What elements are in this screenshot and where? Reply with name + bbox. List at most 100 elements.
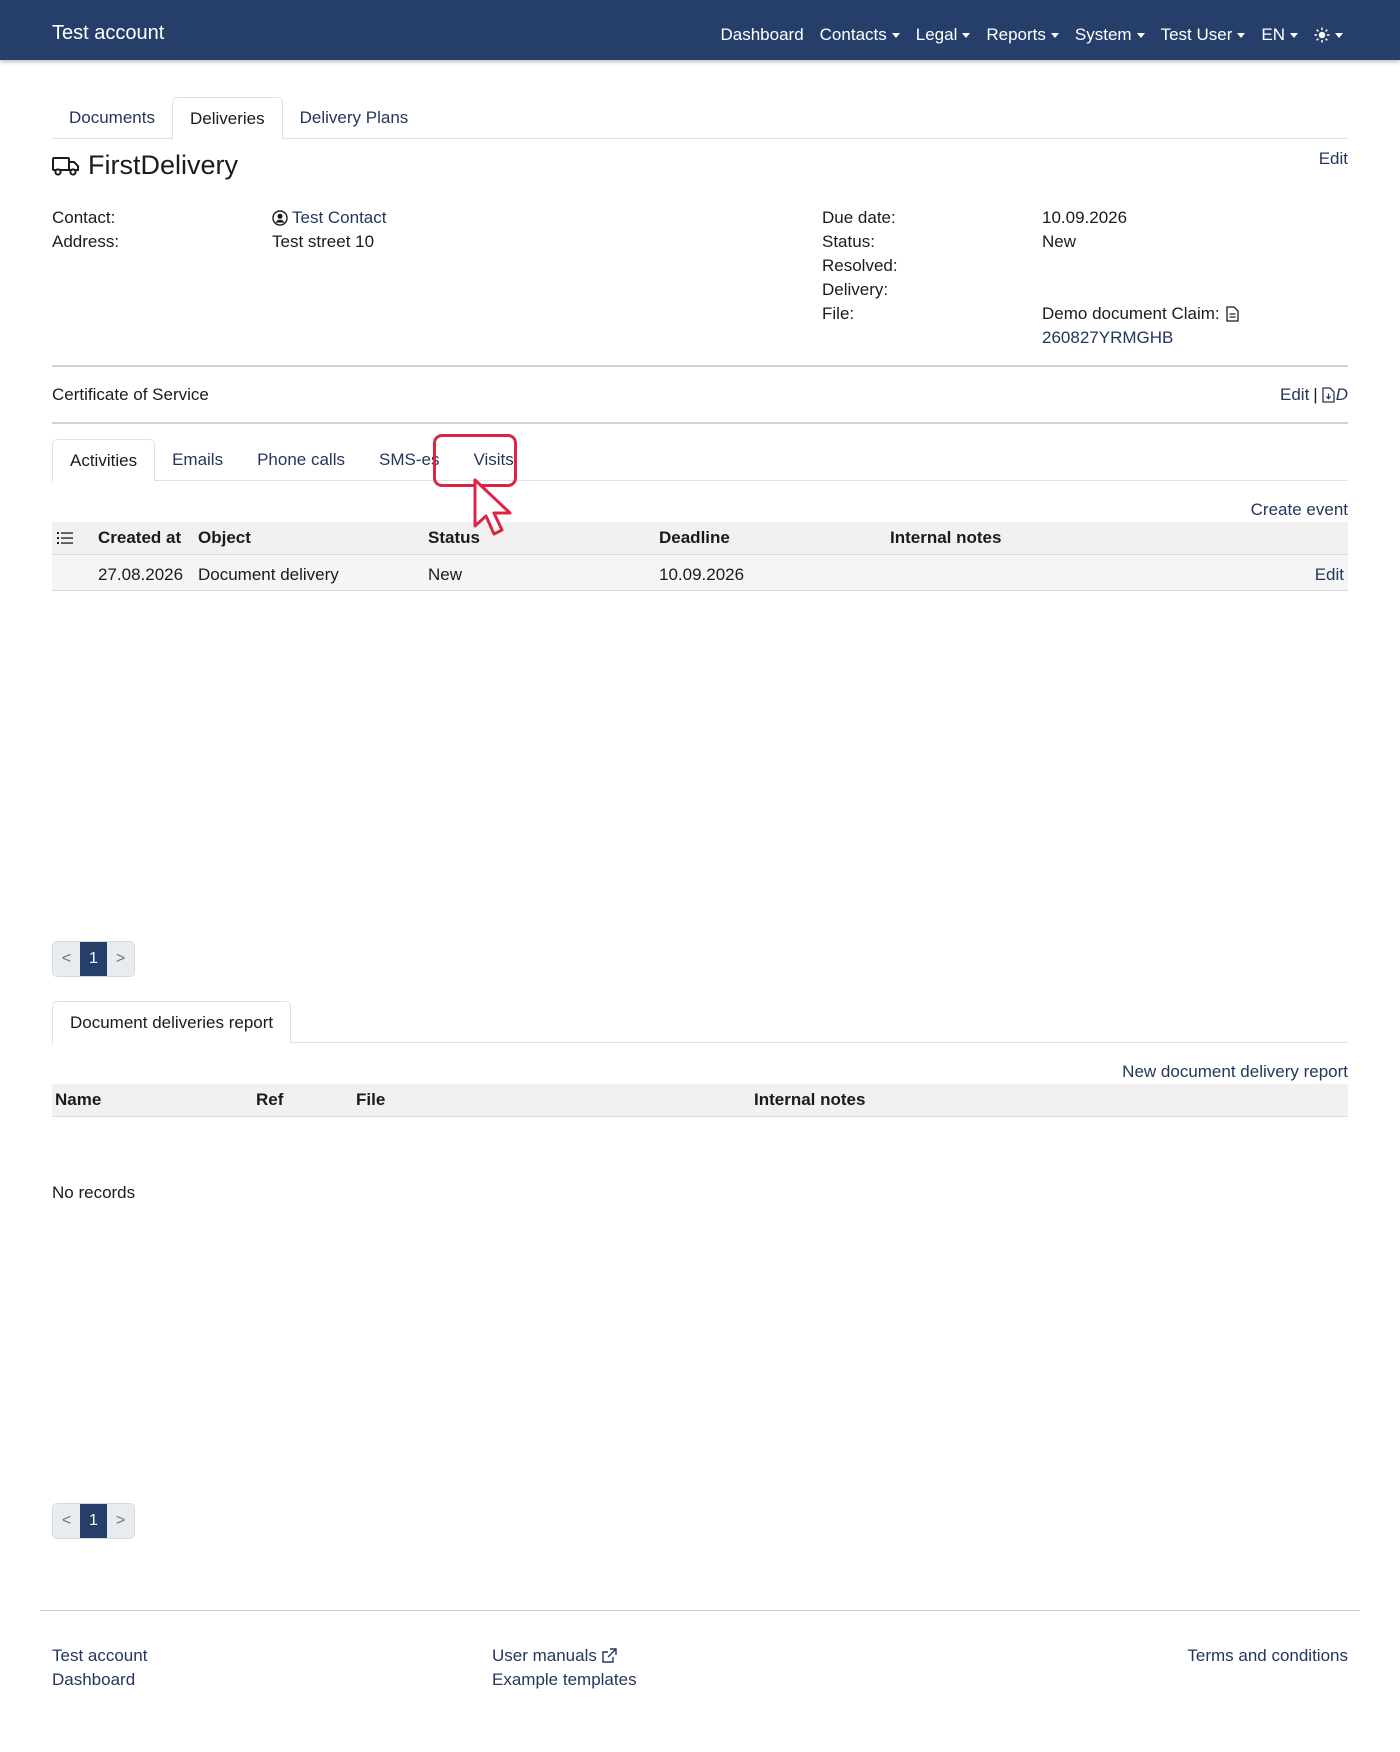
mouse-pointer-icon	[473, 478, 512, 536]
column-object[interactable]: Object	[198, 528, 251, 548]
nav-user-dropdown[interactable]: Test User	[1161, 25, 1246, 45]
person-circle-icon	[272, 210, 288, 226]
nav-contacts-label: Contacts	[819, 25, 887, 44]
nav-dashboard[interactable]: Dashboard	[720, 25, 803, 45]
edit-delivery-link[interactable]: Edit	[1319, 149, 1348, 169]
delivery-title: FirstDelivery	[88, 150, 239, 180]
nav-reports-dropdown[interactable]: Reports	[986, 25, 1059, 45]
nav-dashboard-label: Dashboard	[720, 25, 804, 44]
section-tabs: Documents Deliveries Delivery Plans	[52, 97, 1348, 140]
column-name[interactable]: Name	[55, 1090, 101, 1110]
nav-language-dropdown[interactable]: EN	[1261, 25, 1298, 45]
brand-link[interactable]: Test account	[52, 22, 164, 45]
reports-tabs: Document deliveries report	[52, 1001, 1348, 1044]
file-pdf-icon	[1322, 387, 1335, 403]
sun-icon	[1314, 27, 1330, 43]
pager-page-button[interactable]: 1	[80, 1504, 107, 1538]
create-event-link[interactable]: Create event	[1251, 500, 1348, 520]
column-ref[interactable]: Ref	[256, 1090, 283, 1110]
contact-label: Contact:	[52, 208, 116, 227]
truck-icon	[52, 156, 79, 176]
footer-divider	[40, 1610, 1360, 1611]
tab-document-deliveries-report[interactable]: Document deliveries report	[52, 1001, 292, 1044]
activity-tabs: Activities Emails Phone calls SMS-es Vis…	[52, 439, 1348, 482]
caret-down-icon	[962, 32, 971, 38]
tab-emails[interactable]: Emails	[155, 439, 240, 481]
caret-down-icon	[1290, 32, 1298, 38]
activities-table-header: Created at Object Status Deadline Intern…	[52, 522, 1348, 554]
nav-menu: Dashboard Contacts Legal Reports System …	[720, 25, 1343, 45]
column-internal-notes[interactable]: Internal notes	[754, 1090, 865, 1110]
footer-example-templates-link[interactable]: Example templates	[492, 1670, 637, 1690]
list-icon[interactable]	[57, 532, 73, 544]
activities-pagination: < 1 >	[52, 941, 135, 977]
tab-phone-calls[interactable]: Phone calls	[240, 439, 362, 481]
pager-next-button[interactable]: >	[107, 1504, 134, 1538]
caret-down-icon	[1050, 32, 1059, 38]
column-internal-notes[interactable]: Internal notes	[890, 528, 1001, 548]
pager-next-button[interactable]: >	[107, 942, 134, 976]
divider	[52, 365, 1348, 367]
nav-language-label: EN	[1261, 25, 1285, 44]
file-value: Demo document Claim:	[1042, 304, 1239, 324]
page-title: FirstDelivery	[52, 150, 238, 181]
certificate-label: Certificate of Service	[52, 385, 209, 404]
nav-legal-dropdown[interactable]: Legal	[916, 25, 971, 45]
nav-reports-label: Reports	[986, 25, 1046, 44]
row-status: New	[428, 565, 463, 584]
pager-prev-button[interactable]: <	[53, 942, 80, 976]
table-row: 27.08.2026 Document delivery New 10.09.2…	[52, 554, 1348, 591]
tab-deliveries[interactable]: Deliveries	[171, 97, 283, 140]
divider	[52, 422, 1348, 424]
nav-legal-label: Legal	[915, 25, 958, 44]
footer-test-account-link[interactable]: Test account	[52, 1646, 147, 1666]
certificate-pdf-link[interactable]: D	[1322, 385, 1348, 405]
contact-name: Test Contact	[292, 208, 387, 227]
certificate-pdf-label: D	[1335, 385, 1348, 404]
file-ref-link[interactable]: 260827YRMGHB	[1042, 328, 1173, 348]
contact-link[interactable]: Test Contact	[272, 208, 387, 228]
certificate-edit-link[interactable]: Edit	[1280, 385, 1309, 405]
divider	[52, 1116, 1348, 1117]
footer-terms-link[interactable]: Terms and conditions	[1187, 1646, 1348, 1666]
external-link-icon	[602, 1648, 617, 1663]
nav-system-label: System	[1074, 25, 1132, 44]
empty-state: No records	[52, 1183, 136, 1202]
file-label: File:	[822, 304, 855, 323]
reports-pagination: < 1 >	[52, 1503, 135, 1539]
footer-user-manuals-link[interactable]: User manuals	[492, 1646, 617, 1666]
file-text-icon	[1225, 306, 1239, 322]
due-date-label: Due date:	[822, 208, 896, 227]
nav-system-dropdown[interactable]: System	[1075, 25, 1145, 45]
nav-contacts-dropdown[interactable]: Contacts	[820, 25, 900, 45]
separator: |	[1313, 385, 1318, 404]
footer-dashboard-link[interactable]: Dashboard	[52, 1670, 135, 1690]
row-edit-link[interactable]: Edit	[1315, 565, 1344, 585]
tab-documents[interactable]: Documents	[52, 97, 172, 139]
row-created-at: 27.08.2026	[98, 565, 184, 584]
theme-toggle-dropdown[interactable]	[1314, 25, 1343, 45]
pager-prev-button[interactable]: <	[53, 1504, 80, 1538]
column-created-at[interactable]: Created at	[98, 528, 181, 548]
new-report-link[interactable]: New document delivery report	[1122, 1062, 1348, 1082]
tab-activities[interactable]: Activities	[52, 439, 156, 482]
nav-user-label: Test User	[1160, 25, 1233, 44]
caret-down-icon	[891, 32, 900, 38]
tab-delivery-plans[interactable]: Delivery Plans	[283, 97, 426, 139]
pager-page-button[interactable]: 1	[80, 942, 107, 976]
status-label: Status:	[822, 232, 875, 251]
status-value: New	[1042, 232, 1077, 251]
row-deadline: 10.09.2026	[659, 565, 745, 584]
row-object: Document delivery	[198, 565, 339, 584]
caret-down-icon	[1237, 32, 1246, 38]
certificate-actions: Edit | D	[1280, 385, 1348, 405]
delivery-label: Delivery:	[822, 280, 889, 299]
caret-down-icon	[1136, 32, 1145, 38]
column-deadline[interactable]: Deadline	[659, 528, 730, 548]
due-date-value: 10.09.2026	[1042, 208, 1128, 227]
caret-down-icon	[1335, 32, 1343, 38]
footer-user-manuals-label: User manuals	[492, 1646, 597, 1665]
address-value: Test street 10	[272, 232, 375, 251]
resolved-label: Resolved:	[822, 256, 898, 275]
column-file[interactable]: File	[356, 1090, 385, 1110]
